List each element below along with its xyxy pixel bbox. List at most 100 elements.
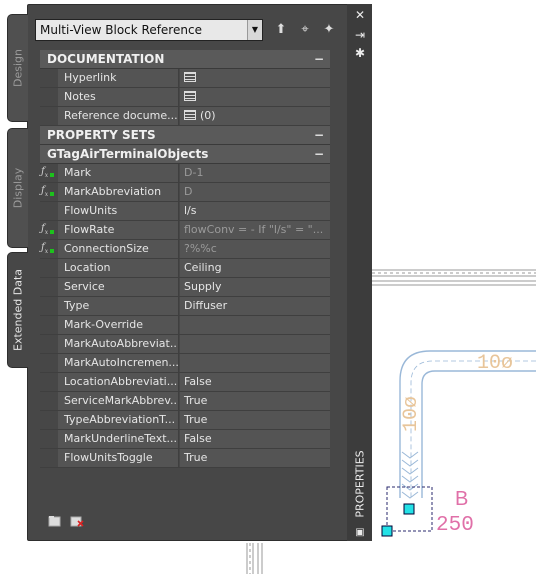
object-type-select[interactable]: Multi-View Block Reference ▼: [35, 19, 263, 41]
property-value[interactable]: False: [180, 373, 330, 391]
row-gutter: [40, 88, 58, 106]
row-gutter: [40, 449, 58, 467]
table-icon[interactable]: [184, 72, 196, 82]
flex-duct: [401, 451, 419, 499]
property-value[interactable]: [180, 335, 330, 353]
property-value[interactable]: False: [180, 430, 330, 448]
property-row[interactable]: ƒx FlowRate flowConv = - If "l/s" = "...: [40, 221, 330, 240]
property-row[interactable]: MarkAutoIncremen...: [40, 354, 330, 373]
property-row[interactable]: Reference docume... (0): [40, 107, 330, 126]
property-row[interactable]: Notes: [40, 88, 330, 107]
property-name: FlowUnitsToggle: [58, 449, 179, 467]
row-gutter: [40, 373, 58, 391]
property-name: Service: [58, 278, 179, 296]
property-row[interactable]: FlowUnits l/s: [40, 202, 330, 221]
grip-corner[interactable]: [381, 525, 393, 537]
duct-size-label-vertical: 10ø: [400, 396, 423, 432]
property-value[interactable]: [180, 88, 330, 106]
property-row[interactable]: Mark-Override: [40, 316, 330, 335]
property-row[interactable]: ƒx MarkAbbreviation D: [40, 183, 330, 202]
property-name: Location: [58, 259, 179, 277]
table-icon[interactable]: [184, 91, 196, 101]
settings-icon[interactable]: ✱: [353, 46, 367, 60]
section-title: GTagAirTerminalObjects: [47, 147, 209, 161]
property-name: ConnectionSize: [58, 240, 179, 258]
property-value[interactable]: True: [180, 411, 330, 429]
section-documentation[interactable]: DOCUMENTATION −: [40, 50, 330, 69]
property-row[interactable]: LocationAbbreviati... False: [40, 373, 330, 392]
property-row[interactable]: MarkAutoAbbreviat...: [40, 335, 330, 354]
property-value[interactable]: [180, 316, 330, 334]
property-row[interactable]: Type Diffuser: [40, 297, 330, 316]
property-name: FlowRate: [58, 221, 179, 239]
property-row[interactable]: FlowUnitsToggle True: [40, 449, 330, 468]
tab-extended-data[interactable]: Extended Data: [7, 252, 28, 368]
tag-letter: B: [455, 488, 468, 510]
tab-design[interactable]: Design: [7, 14, 28, 122]
table-icon[interactable]: [184, 110, 196, 120]
duct-size-label-horizontal: 10ø: [477, 352, 513, 375]
property-row[interactable]: ƒx ConnectionSize ?%%c: [40, 240, 330, 259]
property-name: MarkAutoAbbreviat...: [58, 335, 179, 353]
property-value[interactable]: True: [180, 449, 330, 467]
formula-icon: ƒx: [41, 185, 54, 198]
section-title: DOCUMENTATION: [47, 52, 165, 66]
section-property-sets[interactable]: PROPERTY SETS −: [40, 126, 330, 145]
property-value[interactable]: ?%%c: [180, 240, 330, 258]
property-row[interactable]: Location Ceiling: [40, 259, 330, 278]
property-name: MarkAbbreviation: [58, 183, 179, 201]
property-name: MarkAutoIncremen...: [58, 354, 179, 372]
property-row[interactable]: ƒx Mark D-1: [40, 164, 330, 183]
select-objects-icon[interactable]: ⌖: [295, 20, 315, 40]
add-property-set-icon[interactable]: [48, 512, 62, 527]
property-name: ServiceMarkAbbrev...: [58, 392, 179, 410]
pickadd-icon[interactable]: ⬆: [271, 20, 291, 40]
section-title: PROPERTY SETS: [47, 128, 156, 142]
property-value[interactable]: [180, 354, 330, 372]
property-name: MarkUnderlineText...: [58, 430, 179, 448]
palette-bottom-icon[interactable]: ▣: [353, 526, 367, 540]
palette-title-bar[interactable]: ✕ ⇥ ✱ PROPERTIES ▣: [347, 4, 372, 541]
palette-title: PROPERTIES: [353, 450, 366, 518]
property-value[interactable]: D-1: [180, 164, 330, 182]
property-value-text: (0): [200, 109, 216, 122]
property-value[interactable]: Supply: [180, 278, 330, 296]
tab-display[interactable]: Display: [7, 128, 28, 248]
bottom-pipe-lines: [246, 543, 263, 574]
collapse-icon[interactable]: −: [314, 145, 324, 164]
collapse-icon[interactable]: −: [314, 126, 324, 145]
row-gutter: [40, 202, 58, 220]
chevron-down-icon: ▼: [247, 20, 262, 40]
collapse-icon[interactable]: −: [314, 50, 324, 69]
property-row[interactable]: TypeAbbreviationT... True: [40, 411, 330, 430]
property-row[interactable]: Service Supply: [40, 278, 330, 297]
row-gutter: [40, 316, 58, 334]
row-gutter: [40, 430, 58, 448]
property-name: Type: [58, 297, 179, 315]
row-gutter: ƒx: [40, 164, 58, 182]
property-value[interactable]: Diffuser: [180, 297, 330, 315]
section-gtag-air-terminal-objects[interactable]: GTagAirTerminalObjects −: [40, 145, 330, 164]
property-name: FlowUnits: [58, 202, 179, 220]
property-value[interactable]: [180, 69, 330, 87]
property-row[interactable]: Hyperlink: [40, 69, 330, 88]
palette-header: Multi-View Block Reference ▼ ⬆ ⌖ ✦: [35, 18, 367, 44]
property-value[interactable]: l/s: [180, 202, 330, 220]
property-row[interactable]: ServiceMarkAbbrev... True: [40, 392, 330, 411]
row-gutter: [40, 278, 58, 296]
row-gutter: [40, 392, 58, 410]
autohide-icon[interactable]: ⇥: [353, 28, 367, 42]
property-row[interactable]: MarkUnderlineText... False: [40, 430, 330, 449]
close-icon[interactable]: ✕: [353, 8, 367, 22]
row-gutter: [40, 411, 58, 429]
property-grid: DOCUMENTATION − Hyperlink Notes Reference do…: [40, 50, 330, 468]
property-value[interactable]: flowConv = - If "l/s" = "...: [180, 221, 330, 239]
property-value[interactable]: True: [180, 392, 330, 410]
property-name: Hyperlink: [58, 69, 179, 87]
property-value[interactable]: Ceiling: [180, 259, 330, 277]
grip-center[interactable]: [403, 503, 415, 515]
property-value[interactable]: (0): [180, 107, 330, 125]
property-value[interactable]: D: [180, 183, 330, 201]
remove-property-set-icon[interactable]: [70, 512, 84, 527]
quick-select-icon[interactable]: ✦: [319, 20, 339, 40]
